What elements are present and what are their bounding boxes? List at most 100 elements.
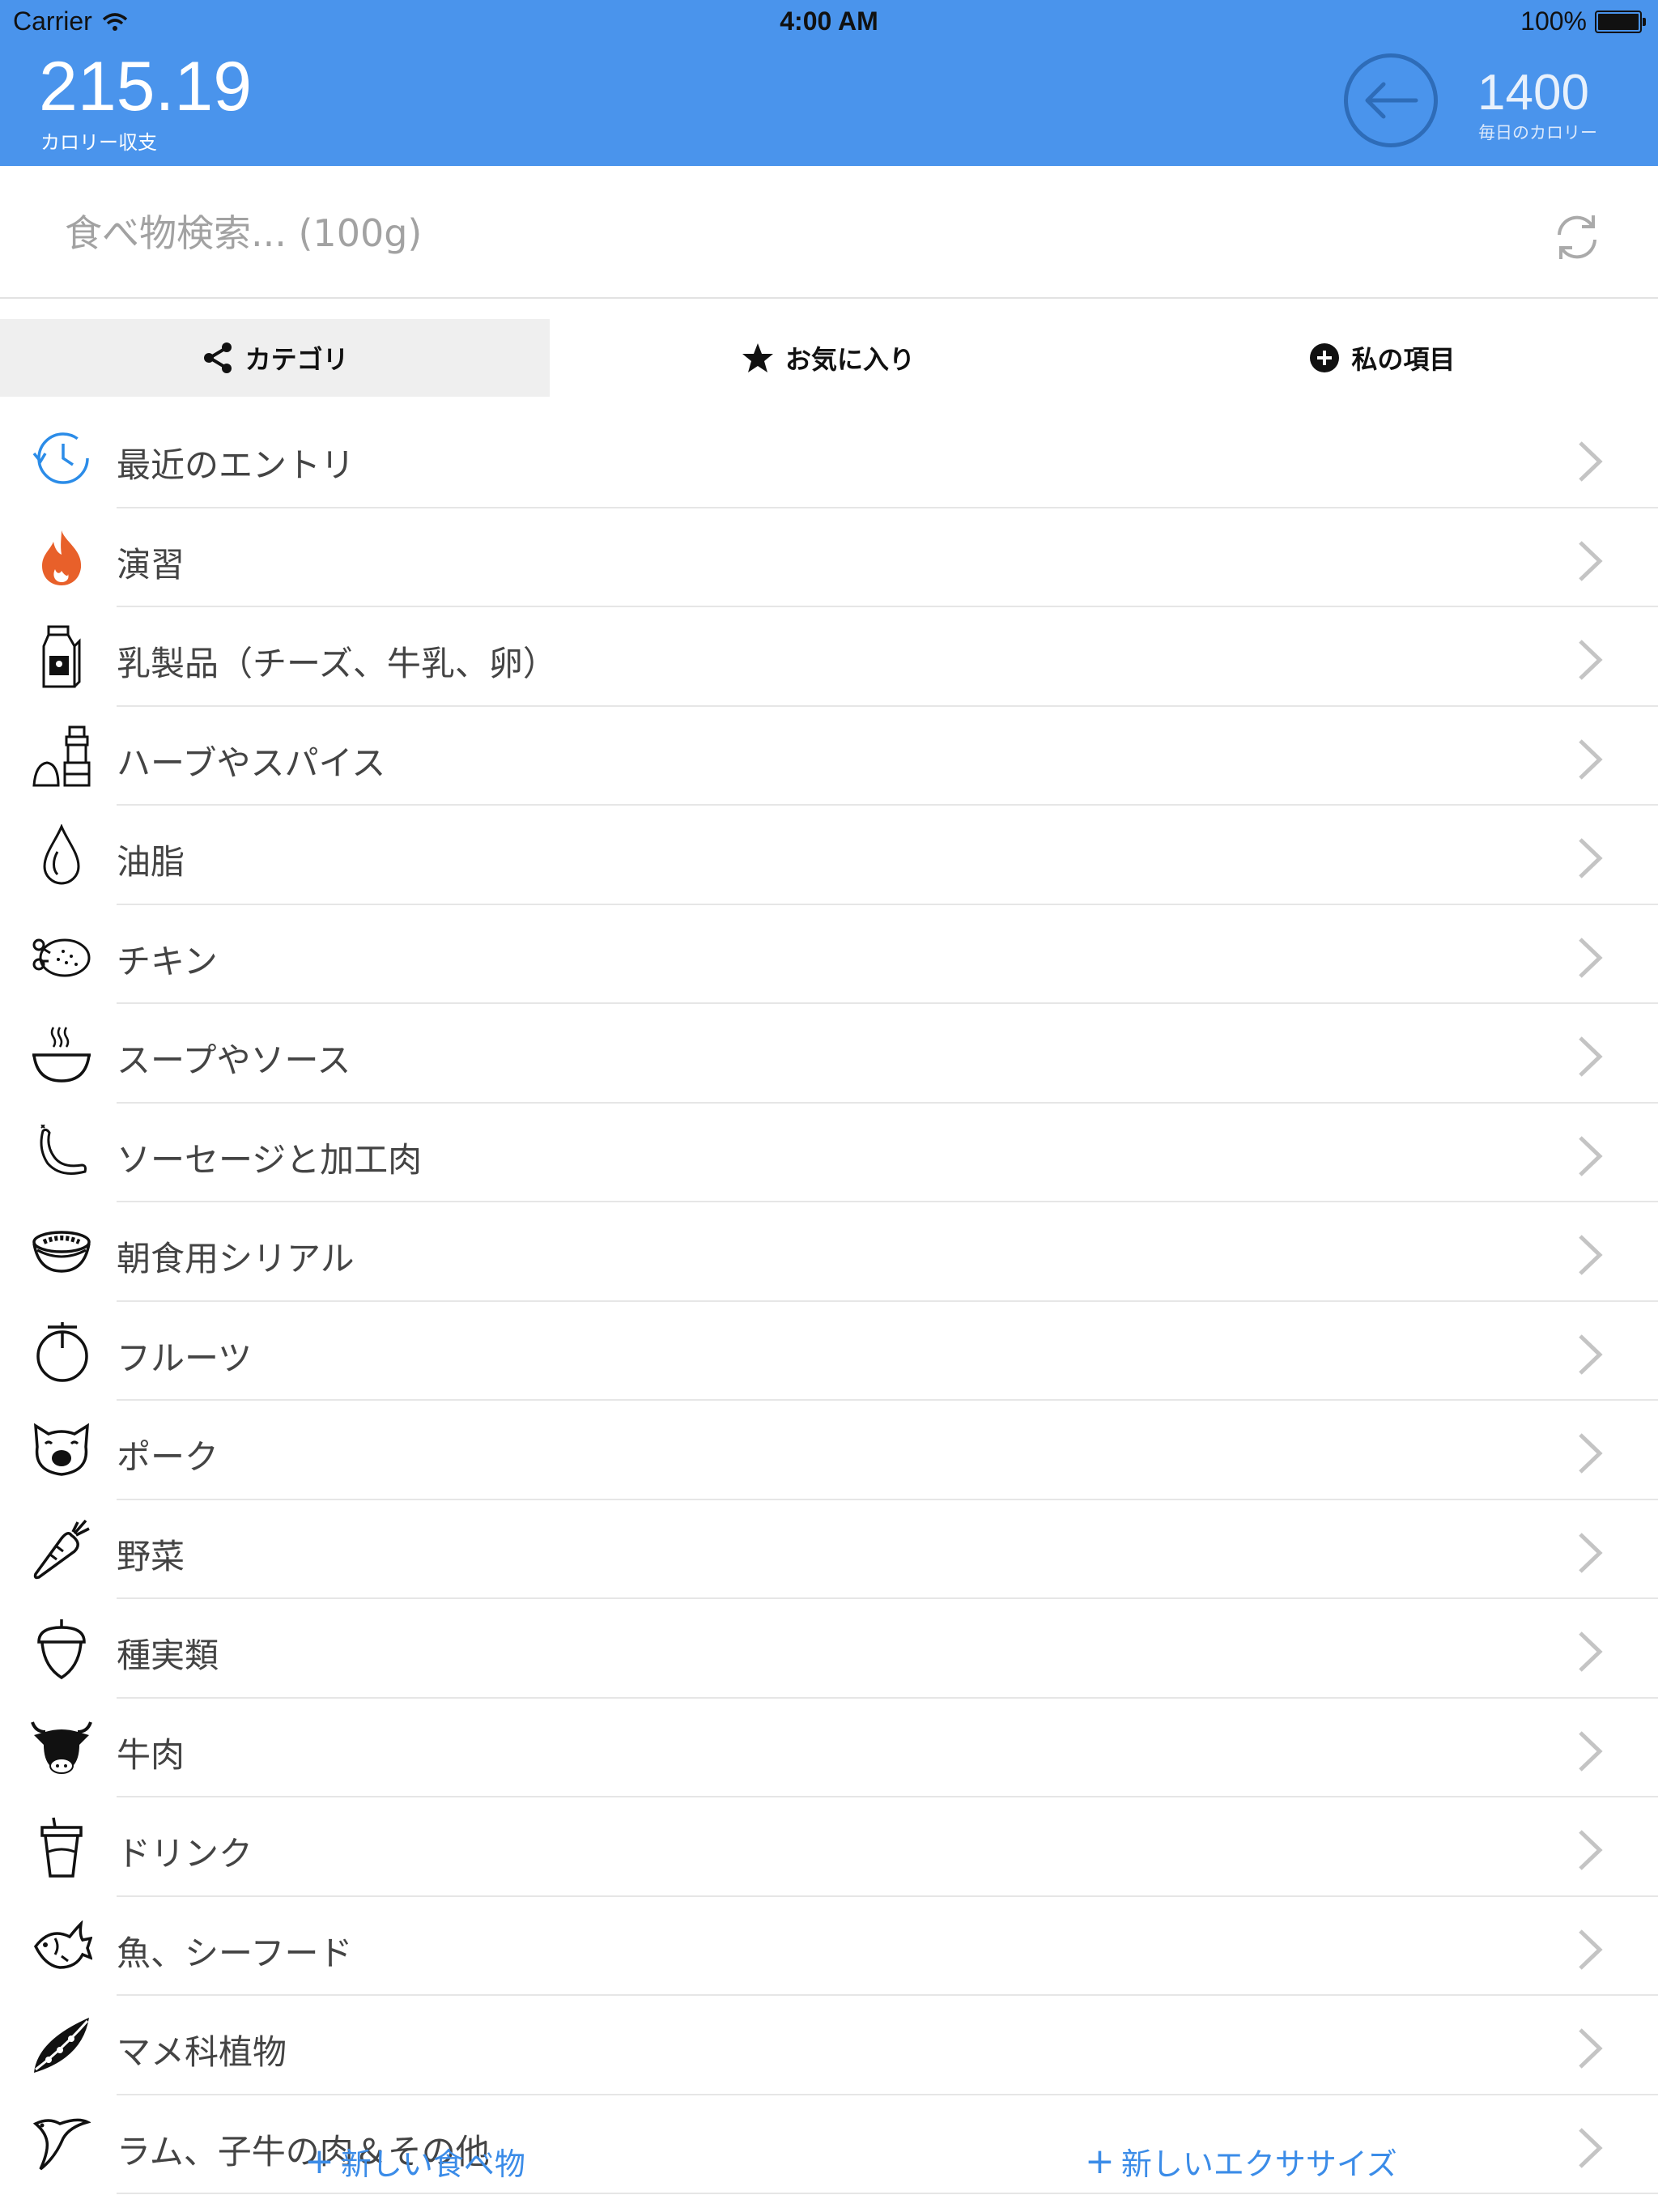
fish-icon [29,1918,94,1975]
acorn-icon [29,1619,94,1679]
list-item-label: 演習 [117,544,185,585]
daily-calories-label: 毎日のカロリー [1478,123,1597,143]
list-item[interactable]: マメ科植物 [0,1996,1658,2095]
carrot-icon [29,1519,94,1579]
tab-my-items[interactable]: 私の項目 [1107,319,1658,397]
list-item[interactable]: 魚、シーフード [0,1897,1658,1997]
list-item[interactable]: ソーセージと加工肉 [0,1104,1658,1203]
flame-icon [29,530,94,586]
drink-cup-icon [29,1817,94,1878]
history-clock-icon [29,430,94,487]
tab-categories[interactable]: カテゴリ [0,319,551,397]
spice-grinder-icon [29,725,94,786]
chevron-right-icon [1579,1532,1603,1573]
new-food-button[interactable]: + 新しい食べ物 [304,2139,525,2184]
tab-favorites[interactable]: お気に入り [550,319,1106,397]
category-list: 最近のエントリ 演習 乳製品（チーズ、牛乳、卵） ハーブやスパイス 油脂 チキン… [0,409,1658,2194]
soup-bowl-icon [29,1025,94,1083]
list-item[interactable]: チキン [0,905,1658,1005]
list-item-label: チキン [117,941,218,981]
list-item[interactable]: ドリンク [0,1797,1658,1897]
list-item-label: 最近のエントリ [117,445,355,485]
sausage-icon [29,1124,94,1181]
list-item[interactable]: 朝食用シリアル [0,1202,1658,1302]
chevron-right-icon [1579,2127,1603,2168]
cow-icon [29,1720,94,1776]
chevron-right-icon [1579,540,1603,581]
list-item-label: フルーツ [117,1338,253,1378]
back-button[interactable] [1344,53,1438,147]
battery-percent: 100% [1520,6,1587,36]
list-item[interactable]: 油脂 [0,806,1658,905]
new-exercise-label: 新しいエクササイズ [1120,2146,1397,2182]
chevron-right-icon [1579,1235,1603,1275]
chevron-right-icon [1579,640,1603,680]
list-item-label: 牛肉 [117,1734,185,1775]
chevron-right-icon [1579,2028,1603,2069]
pea-pod-icon [29,2017,94,2074]
list-item-label: 魚、シーフード [117,1933,353,1973]
list-item[interactable]: ハーブやスパイス [0,707,1658,806]
star-icon [742,343,773,372]
list-item[interactable]: 牛肉 [0,1699,1658,1798]
list-item[interactable]: 乳製品（チーズ、牛乳、卵） [0,607,1658,707]
list-item-label: スープやソース [117,1040,351,1080]
list-item-label: ソーセージと加工肉 [117,1139,423,1180]
carrier-label: Carrier [13,6,92,36]
roast-chicken-icon [29,926,94,983]
category-tabs: カテゴリ お気に入り 私の項目 [0,319,1658,397]
list-item-label: 乳製品（チーズ、牛乳、卵） [117,644,557,683]
arrow-left-icon [1365,82,1418,119]
app-header: Carrier 4:00 AM 100% 215.19 カロリー収支 1400 … [0,0,1658,166]
list-item-label: ハーブやスパイス [117,742,386,783]
list-item-label: ポーク [117,1437,219,1477]
new-food-label: 新しい食べ物 [340,2146,525,2182]
plus-circle-icon [1310,343,1340,372]
milk-carton-icon [29,625,94,688]
battery-icon [1595,10,1646,33]
chevron-right-icon [1579,838,1603,878]
bird-icon [29,2116,94,2173]
chevron-right-icon [1579,937,1603,978]
chevron-right-icon [1579,1135,1603,1176]
oil-drop-icon [29,824,94,885]
new-exercise-button[interactable]: + 新しいエクササイズ [1085,2139,1397,2184]
fruit-icon [29,1321,94,1382]
plus-icon: + [1085,2140,1115,2182]
wifi-icon [102,12,127,31]
chevron-right-icon [1579,1631,1603,1672]
chevron-right-icon [1579,1830,1603,1870]
tab-label: カテゴリ [244,344,349,375]
daily-calories-value[interactable]: 1400 [1477,68,1589,118]
list-item[interactable]: 演習 [0,508,1658,608]
share-icon [203,342,232,373]
list-item[interactable]: 最近のエントリ [0,409,1658,508]
tab-label: お気に入り [785,344,916,375]
list-item[interactable]: ラム、子牛の肉＆その他 [0,2095,1658,2195]
pig-icon [29,1422,94,1478]
chevron-right-icon [1579,1036,1603,1077]
plus-icon: + [304,2140,334,2182]
chevron-right-icon [1579,738,1603,780]
cereal-bowl-icon [29,1223,94,1280]
chevron-right-icon [1579,1433,1603,1474]
food-search-input[interactable] [63,208,1362,258]
calorie-balance-value[interactable]: 215.19 [39,52,252,121]
tab-label: 私の項目 [1351,344,1456,375]
list-item[interactable]: フルーツ [0,1302,1658,1402]
refresh-icon[interactable] [1553,211,1601,264]
list-item-label: 油脂 [117,842,185,882]
list-item-label: 野菜 [117,1536,185,1576]
status-carrier: Carrier [13,6,128,36]
search-bar [0,166,1658,299]
list-item[interactable]: 野菜 [0,1500,1658,1600]
chevron-right-icon [1579,1929,1603,1970]
list-item-label: 種実類 [117,1636,219,1675]
list-item[interactable]: 種実類 [0,1599,1658,1699]
list-item[interactable]: ポーク [0,1401,1658,1500]
status-time: 4:00 AM [780,6,878,36]
calorie-balance-label: カロリー収支 [40,131,157,154]
list-item-label: ドリンク [117,1834,253,1874]
chevron-right-icon [1579,441,1603,482]
list-item[interactable]: スープやソース [0,1004,1658,1104]
